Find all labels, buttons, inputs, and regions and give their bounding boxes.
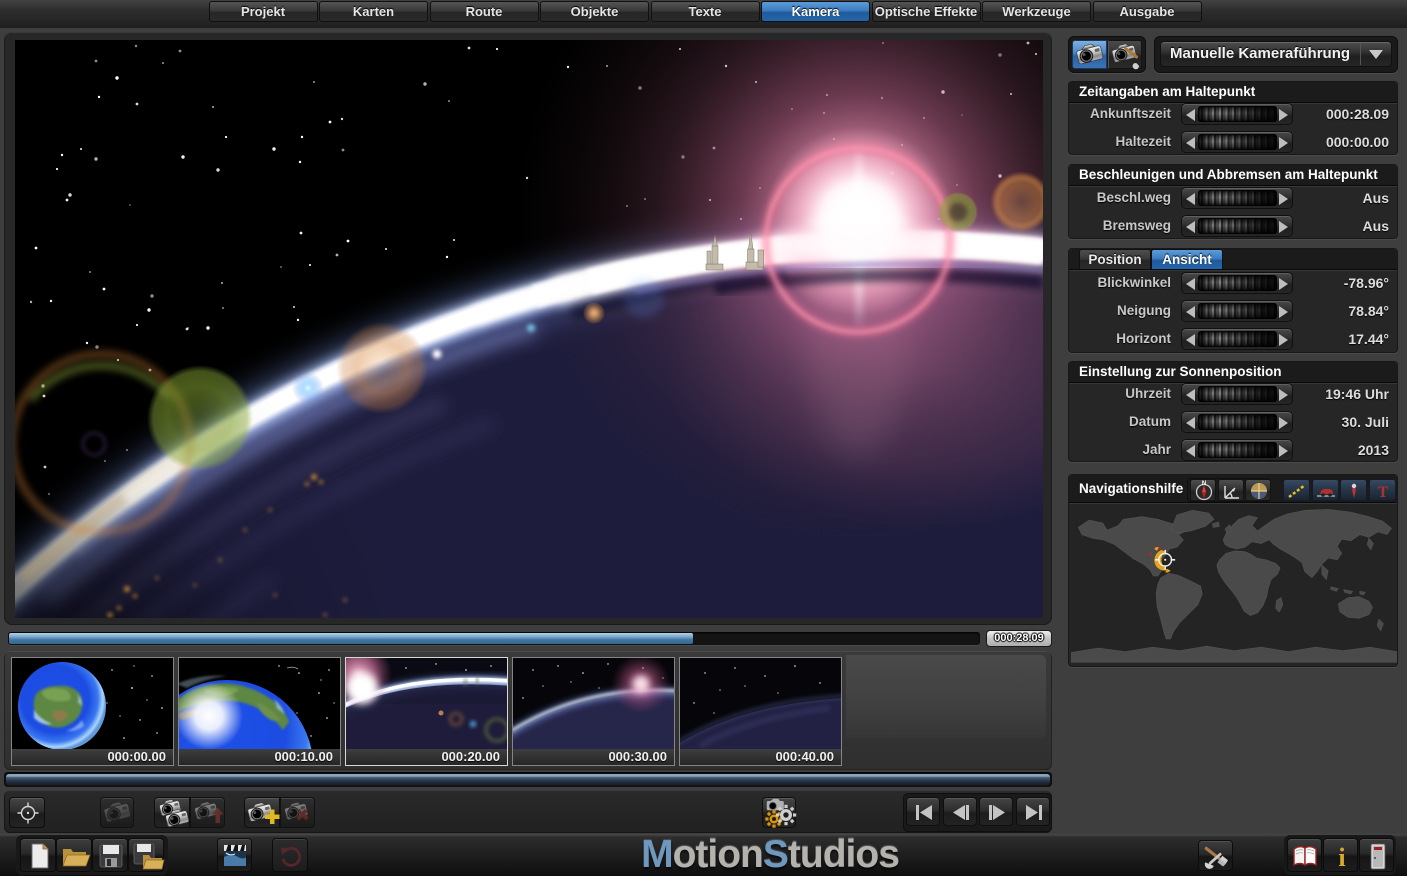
svg-text:i: i (1338, 843, 1345, 872)
svg-text:T: T (1377, 484, 1388, 501)
svg-text:N: N (1202, 481, 1206, 487)
